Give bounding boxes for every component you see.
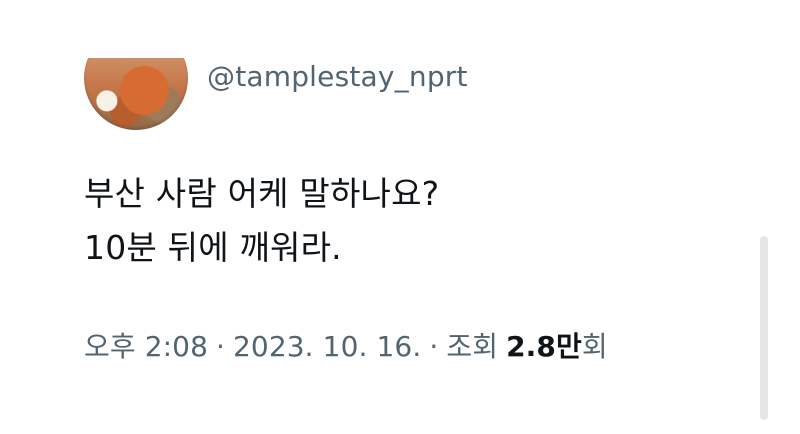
scrollbar[interactable] [760,236,768,420]
tweet-meta: 오후 2:08 · 2023. 10. 16. · 조회 2.8만 회 [84,326,608,368]
views-unit: 회 [581,330,608,363]
views-count[interactable]: 2.8만 [506,326,582,368]
tweet-line-2: 10분 뒤에 깨워라. [84,228,342,267]
tweet-line-1: 부산 사람 어케 말하나요? [84,174,440,213]
views-label: 조회 [446,330,499,363]
user-handle[interactable]: @tamplestay_nprt [207,57,468,97]
tweet-time[interactable]: 오후 2:08 [84,326,208,368]
tweet-text: 부산 사람 어케 말하나요? 10분 뒤에 깨워라. [84,167,704,275]
meta-separator: · [216,330,226,363]
avatar-top-crop [0,0,800,58]
meta-separator: · [429,330,439,363]
tweet-date[interactable]: 2023. 10. 16. [233,326,421,368]
